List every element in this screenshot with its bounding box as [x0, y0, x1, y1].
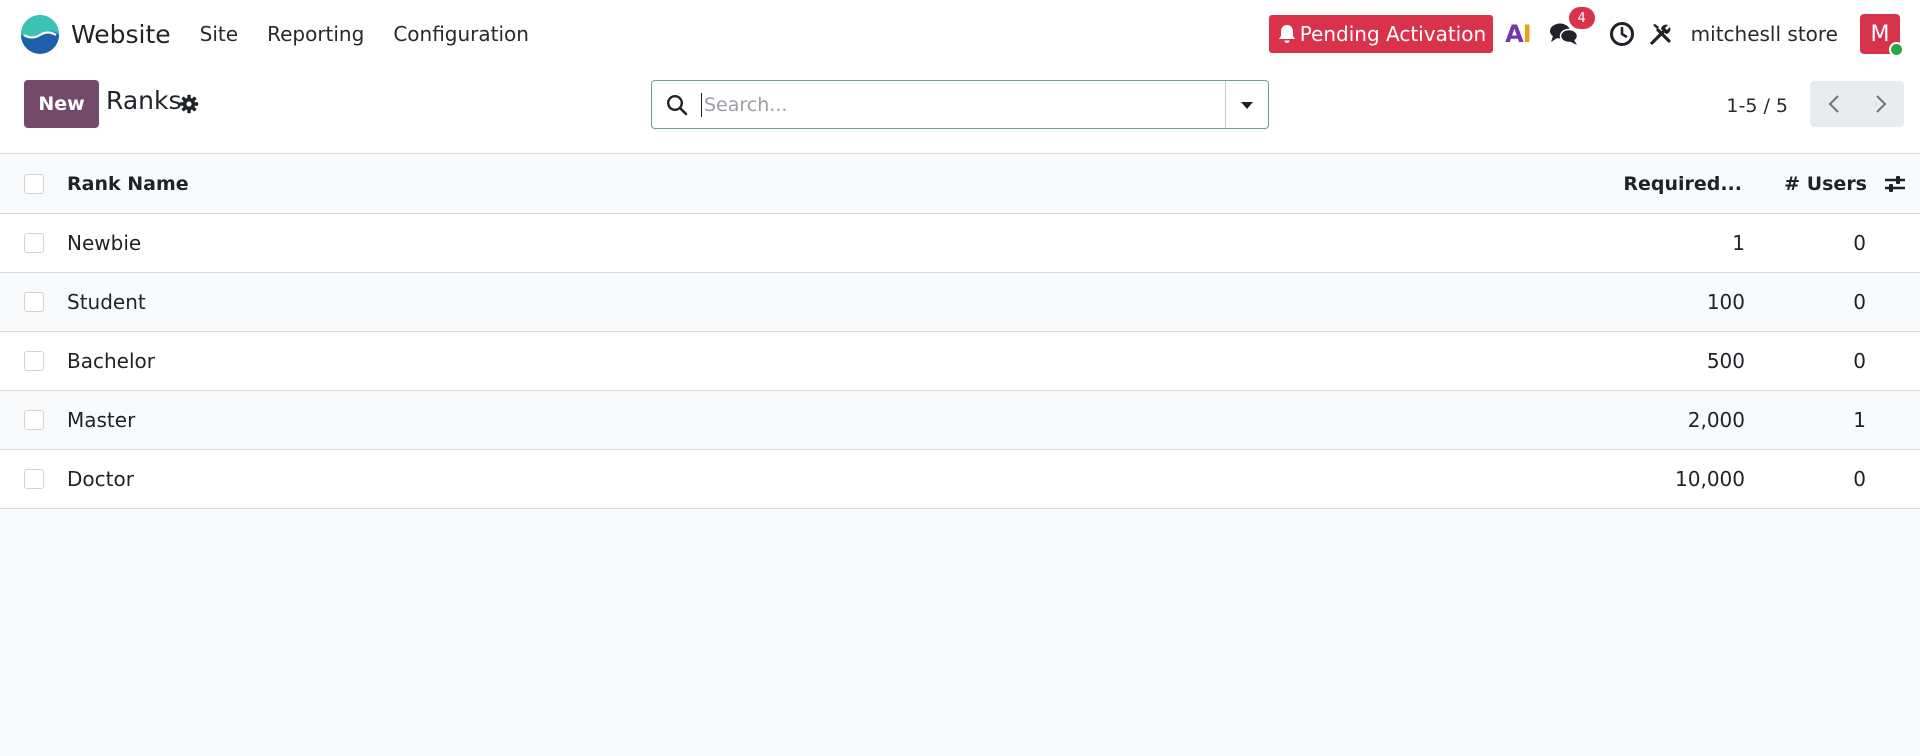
- row-checkbox[interactable]: [24, 233, 44, 253]
- text-cursor: [701, 93, 702, 117]
- users-count-cell[interactable]: 0: [1853, 349, 1866, 373]
- row-checkbox[interactable]: [24, 469, 44, 489]
- users-count-cell[interactable]: 0: [1853, 467, 1866, 491]
- required-karma-cell[interactable]: 100: [1707, 290, 1745, 314]
- rank-name-cell[interactable]: Newbie: [67, 231, 141, 255]
- company-switcher[interactable]: mitchesll store: [1691, 22, 1838, 46]
- search-bar: [651, 80, 1269, 129]
- required-karma-cell[interactable]: 500: [1707, 349, 1745, 373]
- required-karma-cell[interactable]: 10,000: [1675, 467, 1745, 491]
- actions-gear-button[interactable]: [179, 94, 199, 118]
- ai-letter-i: I: [1522, 20, 1532, 48]
- row-checkbox[interactable]: [24, 351, 44, 371]
- caret-down-icon: [1241, 101, 1253, 109]
- table-header: Rank Name Required... # Users: [0, 154, 1920, 214]
- select-all-checkbox[interactable]: [24, 173, 44, 194]
- pager-next-button[interactable]: [1857, 81, 1904, 127]
- page-title: Ranks: [106, 86, 182, 115]
- tools-icon: [1650, 24, 1671, 45]
- main-menu: Site Reporting Configuration: [188, 16, 546, 52]
- optional-columns-toggle[interactable]: [1884, 174, 1906, 194]
- users-count-cell[interactable]: 0: [1853, 290, 1866, 314]
- ai-letter-a: A: [1505, 20, 1524, 48]
- column-header-rank-name[interactable]: Rank Name: [67, 173, 189, 195]
- systray: Pending Activation AI 4 mitchesll store …: [1268, 0, 1920, 68]
- new-button[interactable]: New: [24, 80, 99, 128]
- control-panel: New Ranks Search... 1-5 / 5: [0, 68, 1920, 154]
- menu-item-reporting[interactable]: Reporting: [255, 16, 376, 52]
- required-karma-cell[interactable]: 1: [1732, 231, 1745, 255]
- debug-tools-button[interactable]: [1649, 22, 1673, 46]
- menu-item-site[interactable]: Site: [188, 16, 250, 52]
- pending-activation-label: Pending Activation: [1299, 22, 1487, 46]
- users-count-cell[interactable]: 1: [1853, 408, 1866, 432]
- search-input[interactable]: [702, 81, 1225, 128]
- pager-previous-button[interactable]: [1810, 81, 1857, 127]
- table-row[interactable]: Doctor 10,000 0: [0, 450, 1920, 509]
- row-checkbox[interactable]: [24, 410, 44, 430]
- ranks-list: Rank Name Required... # Users Newbie 1 0…: [0, 154, 1920, 509]
- column-header-users[interactable]: # Users: [1784, 173, 1867, 195]
- menu-item-configuration[interactable]: Configuration: [381, 16, 541, 52]
- chevron-left-icon: [1828, 95, 1839, 113]
- table-row[interactable]: Student 100 0: [0, 273, 1920, 332]
- sliders-icon: [1885, 175, 1905, 192]
- chevron-right-icon: [1875, 95, 1886, 113]
- website-app-logo: [21, 15, 59, 54]
- activities-button[interactable]: [1609, 21, 1635, 47]
- search-options-toggle[interactable]: [1225, 81, 1268, 128]
- ai-icon[interactable]: AI: [1505, 20, 1532, 48]
- messages-count-badge: 4: [1568, 7, 1595, 29]
- user-avatar[interactable]: M: [1860, 14, 1904, 57]
- search-icon-wrapper: [652, 94, 702, 116]
- rank-name-cell[interactable]: Master: [67, 408, 135, 432]
- row-checkbox[interactable]: [24, 292, 44, 312]
- clock-icon: [1609, 22, 1634, 46]
- rank-name-cell[interactable]: Doctor: [67, 467, 134, 491]
- required-karma-cell[interactable]: 2,000: [1688, 408, 1745, 432]
- messages-button[interactable]: 4: [1549, 7, 1595, 49]
- gear-icon: [179, 94, 199, 114]
- pending-activation-button[interactable]: Pending Activation: [1268, 15, 1494, 53]
- online-status-dot: [1889, 42, 1904, 57]
- column-header-required[interactable]: Required...: [1623, 173, 1742, 195]
- rank-name-cell[interactable]: Bachelor: [67, 349, 155, 373]
- app-name: Website: [71, 19, 171, 49]
- bell-icon: [1278, 25, 1295, 43]
- search-icon: [666, 94, 688, 115]
- pager-value[interactable]: 1-5 / 5: [1726, 95, 1788, 117]
- top-navbar: Website Site Reporting Configuration Pen…: [0, 0, 1920, 68]
- table-row[interactable]: Bachelor 500 0: [0, 332, 1920, 391]
- rank-name-cell[interactable]: Student: [67, 290, 146, 314]
- users-count-cell[interactable]: 0: [1853, 231, 1866, 255]
- app-brand[interactable]: Website: [20, 14, 171, 54]
- table-row[interactable]: Master 2,000 1: [0, 391, 1920, 450]
- avatar-letter: M: [1870, 21, 1890, 47]
- table-row[interactable]: Newbie 1 0: [0, 214, 1920, 273]
